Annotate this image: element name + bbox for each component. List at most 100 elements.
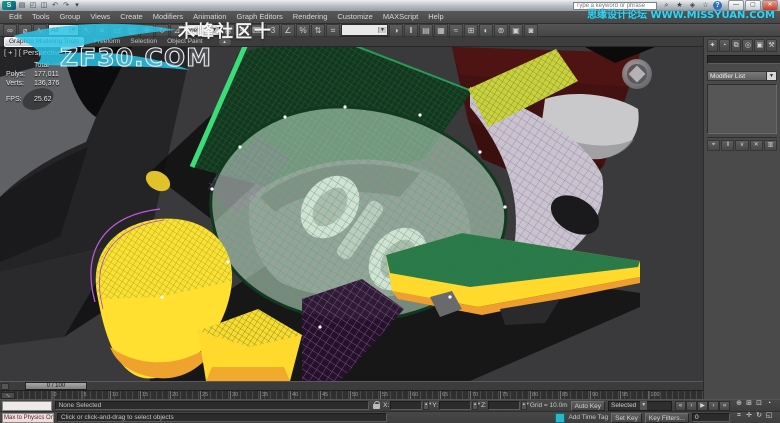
- minimize-button[interactable]: —: [728, 0, 744, 11]
- previous-frame-icon[interactable]: ‹: [686, 401, 697, 411]
- play-icon[interactable]: ▶: [697, 401, 708, 411]
- ribbon-tab-object-paint[interactable]: Object Paint: [167, 38, 202, 45]
- set-key-button[interactable]: Set Key: [611, 413, 642, 423]
- spinner-snap-icon[interactable]: ⇅: [311, 24, 325, 37]
- menu-maxscript[interactable]: MAXScript: [378, 11, 423, 23]
- time-slider-track[interactable]: 0 / 100: [0, 381, 703, 390]
- viewport-label[interactable]: [ + ] [ Perspective ]: [4, 48, 66, 57]
- align-icon[interactable]: ‖: [404, 24, 418, 37]
- maximize-viewport-icon[interactable]: ◱: [764, 411, 774, 421]
- configure-modifier-sets-icon[interactable]: ▥: [764, 140, 777, 151]
- coord-input[interactable]: [390, 401, 422, 410]
- pan-icon[interactable]: ✛: [744, 411, 754, 421]
- ribbon-tab-selection[interactable]: Selection: [130, 38, 157, 45]
- menu-create[interactable]: Create: [115, 11, 148, 23]
- object-name-field[interactable]: [707, 55, 780, 64]
- select-and-scale-icon[interactable]: ⊿: [170, 24, 184, 37]
- curve-editor-icon[interactable]: ≈: [449, 24, 463, 37]
- remove-modifier-icon[interactable]: ✕: [750, 140, 763, 151]
- search-icon[interactable]: ⌕: [661, 1, 672, 10]
- select-and-manipulate-icon[interactable]: ✚: [236, 24, 250, 37]
- render-production-icon[interactable]: ◙: [524, 24, 538, 37]
- use-pivot-point-icon[interactable]: ◉: [221, 24, 235, 37]
- time-slider-left-arrow[interactable]: [1, 383, 9, 390]
- graphite-ribbon-toggle-icon[interactable]: ▦: [434, 24, 448, 37]
- spinner-icon[interactable]: ▲▼: [472, 401, 478, 410]
- help-icon[interactable]: ?: [713, 1, 722, 10]
- chevron-down-icon[interactable]: ▼: [378, 27, 386, 33]
- chevron-down-icon[interactable]: ▼: [767, 71, 777, 81]
- menu-group[interactable]: Group: [54, 11, 85, 23]
- menu-views[interactable]: Views: [85, 11, 115, 23]
- spinner-icon[interactable]: ▲▼: [521, 401, 527, 410]
- key-filters-button[interactable]: Key Filters...: [645, 413, 689, 423]
- undo-icon[interactable]: ↶: [50, 1, 60, 10]
- maxscript-mini-listener-macro[interactable]: [2, 401, 52, 411]
- maxscript-mini-listener[interactable]: Max to Physics On: [2, 413, 54, 423]
- rendered-frame-window-icon[interactable]: ▣: [509, 24, 523, 37]
- select-object-icon[interactable]: ↖: [80, 24, 94, 37]
- modifier-stack-list[interactable]: [707, 84, 777, 134]
- app-menu-button[interactable]: S: [2, 1, 16, 10]
- favorites-icon[interactable]: ☆: [700, 1, 711, 10]
- zoom-icon[interactable]: ⊕: [734, 399, 744, 409]
- layer-manager-icon[interactable]: ▤: [419, 24, 433, 37]
- current-frame-field[interactable]: [692, 413, 730, 422]
- go-to-start-icon[interactable]: «: [675, 401, 686, 411]
- modifier-list-dropdown[interactable]: Modifier List ▼: [707, 71, 777, 81]
- named-selection-sets-dropdown[interactable]: ▼: [341, 24, 388, 36]
- create-tab-icon[interactable]: ✦: [707, 39, 718, 52]
- select-and-move-icon[interactable]: ✛: [140, 24, 154, 37]
- viewport-general-menu[interactable]: [ + ]: [4, 48, 17, 57]
- menu-modifiers[interactable]: Modifiers: [148, 11, 188, 23]
- track-bar[interactable]: ∿ 05101520253035404550556065707580859095…: [0, 390, 703, 399]
- maximize-button[interactable]: ▢: [745, 0, 761, 11]
- ribbon-minimize-icon[interactable]: ▴: [219, 38, 231, 46]
- select-and-link-icon[interactable]: ∞: [3, 24, 17, 37]
- infocenter-search-input[interactable]: [573, 2, 657, 10]
- orbit-icon[interactable]: ↻: [754, 411, 764, 421]
- auto-key-button[interactable]: Auto Key: [571, 401, 605, 411]
- ribbon-tab-freeform[interactable]: Freeform: [94, 38, 120, 45]
- utilities-tab-icon[interactable]: ⚒: [766, 39, 777, 52]
- show-end-result-icon[interactable]: ‖: [721, 140, 734, 151]
- subscription-center-icon[interactable]: ★: [674, 1, 685, 10]
- viewport-pov-menu[interactable]: [ Perspective ]: [19, 48, 67, 57]
- schematic-view-icon[interactable]: ⊞: [464, 24, 478, 37]
- close-button[interactable]: ✕: [762, 0, 778, 11]
- mini-curve-editor-button[interactable]: ∿: [1, 392, 15, 399]
- render-setup-icon[interactable]: ⊚: [494, 24, 508, 37]
- next-frame-icon[interactable]: ›: [708, 401, 719, 411]
- menu-edit[interactable]: Edit: [4, 11, 27, 23]
- hierarchy-tab-icon[interactable]: ⧉: [731, 39, 742, 52]
- spinner-icon[interactable]: ▲▼: [423, 401, 429, 410]
- percent-snap-icon[interactable]: %: [296, 24, 310, 37]
- keyboard-shortcut-override-icon[interactable]: ⌨: [251, 24, 265, 37]
- select-and-rotate-icon[interactable]: ↻: [155, 24, 169, 37]
- add-time-tag-button[interactable]: Add Time Tag: [568, 414, 608, 421]
- pin-stack-icon[interactable]: ⌖: [707, 140, 720, 151]
- redo-icon[interactable]: ↷: [61, 1, 71, 10]
- chevron-down-icon[interactable]: ▼: [69, 27, 77, 33]
- selection-lock-icon[interactable]: [372, 401, 381, 410]
- time-slider-handle[interactable]: 0 / 100: [25, 382, 87, 390]
- angle-snap-icon[interactable]: ∠: [281, 24, 295, 37]
- display-tab-icon[interactable]: ▣: [754, 39, 765, 52]
- coord-input[interactable]: [488, 401, 520, 410]
- chevron-down-icon[interactable]: ▼: [640, 401, 647, 410]
- make-unique-icon[interactable]: ∨: [735, 140, 748, 151]
- perspective-viewport[interactable]: [ + ] [ Perspective ] Total Polys: 177,0…: [0, 47, 703, 381]
- menu-tools[interactable]: Tools: [27, 11, 55, 23]
- viewcube-home-icon[interactable]: [622, 59, 652, 89]
- unlink-selection-icon[interactable]: ⌀: [18, 24, 32, 37]
- menu-animation[interactable]: Animation: [188, 11, 231, 23]
- menu-rendering[interactable]: Rendering: [288, 11, 333, 23]
- modify-tab-icon[interactable]: ◔: [719, 39, 730, 52]
- zoom-extents-icon[interactable]: ⊡: [754, 399, 764, 409]
- snaps-toggle-icon[interactable]: 3: [266, 24, 280, 37]
- menu-customize[interactable]: Customize: [332, 11, 377, 23]
- communication-center-icon[interactable]: ◈: [687, 1, 698, 10]
- material-editor-icon[interactable]: ◐: [479, 24, 493, 37]
- mirror-icon[interactable]: ◑: [389, 24, 403, 37]
- chevron-down-icon[interactable]: ▼: [210, 27, 218, 33]
